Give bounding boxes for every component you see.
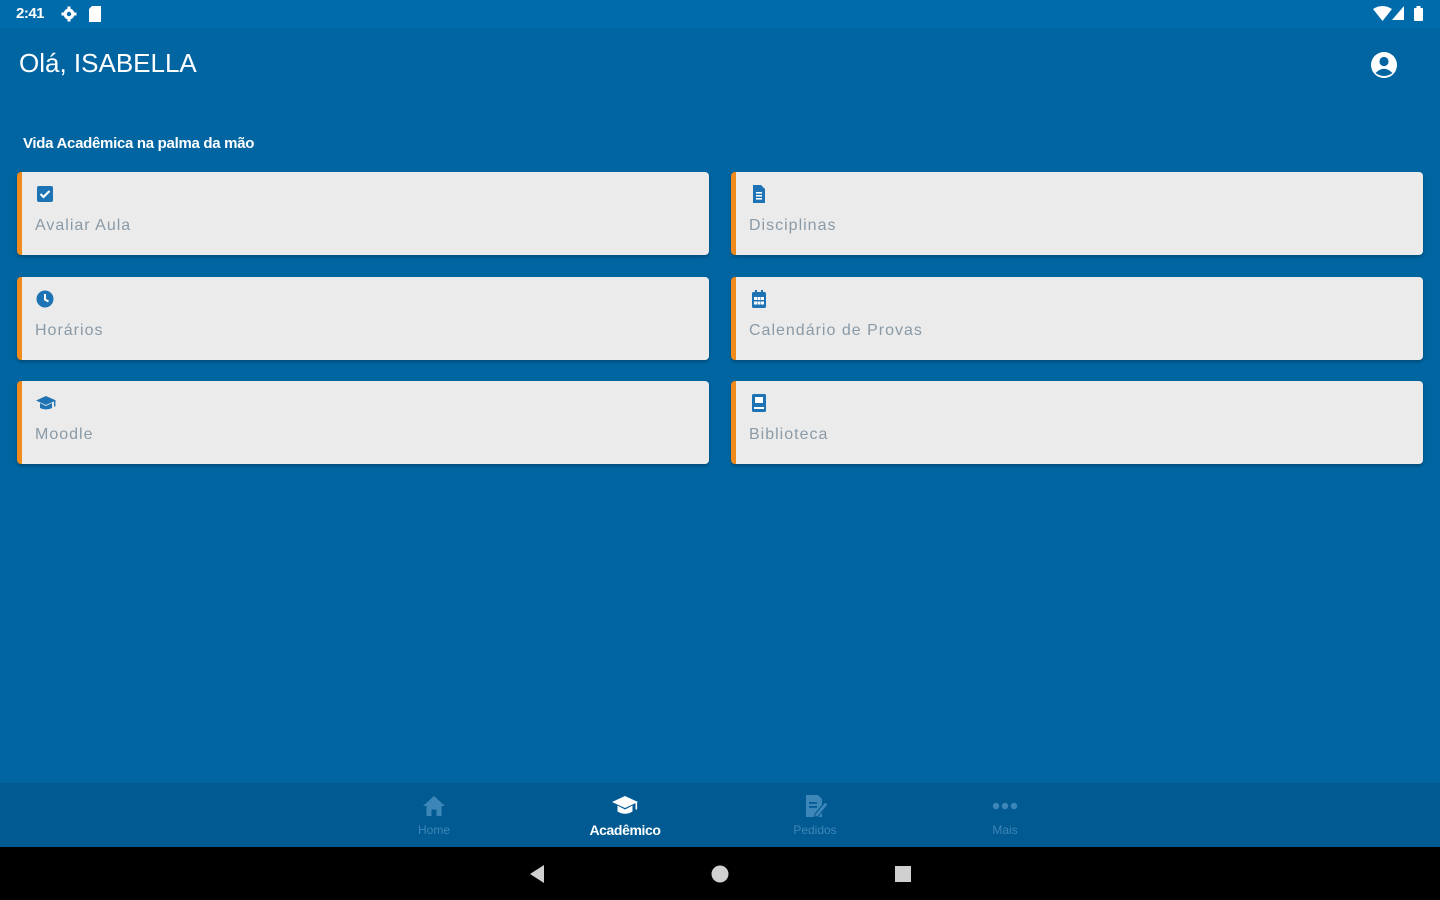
greeting-title: Olá, ISABELLA: [19, 48, 197, 78]
home-icon: [423, 796, 445, 816]
system-navigation-bar: [0, 847, 1440, 900]
nav-label: Home: [417, 823, 450, 837]
card-calendario-de-provas[interactable]: Calendário de Provas: [731, 277, 1423, 360]
clock-icon: [36, 290, 54, 308]
account-circle-icon[interactable]: [1369, 50, 1399, 80]
book-icon: [752, 394, 766, 412]
calendar-icon: [752, 290, 766, 308]
card-disciplinas[interactable]: Disciplinas: [731, 172, 1423, 255]
nav-item-academico[interactable]: Acadêmico: [565, 783, 685, 847]
card-moodle[interactable]: Moodle: [17, 381, 709, 464]
signal-icon: [1392, 6, 1404, 20]
document-icon: [753, 185, 765, 203]
card-horarios[interactable]: Horários: [17, 277, 709, 360]
card-label: Biblioteca: [749, 426, 829, 443]
card-label: Horários: [35, 322, 104, 339]
nav-item-home[interactable]: Home: [374, 783, 494, 847]
app-screen: 2:41 Olá, ISABELLA Vida Acadêmica na pal…: [0, 0, 1440, 900]
card-biblioteca[interactable]: Biblioteca: [731, 381, 1423, 464]
status-time: 2:41: [16, 5, 45, 22]
home-circle-icon[interactable]: [709, 863, 731, 885]
status-bar: 2:41: [0, 0, 1440, 28]
settings-icon: [61, 6, 77, 22]
more-dots-icon: [992, 802, 1018, 810]
back-icon[interactable]: [527, 863, 549, 885]
section-title: Vida Acadêmica na palma da mão: [23, 135, 255, 152]
graduation-cap-icon: [612, 796, 638, 814]
nav-label: Acadêmico: [589, 822, 661, 838]
card-label: Calendário de Provas: [749, 322, 923, 339]
wifi-icon: [1373, 6, 1392, 21]
card-avaliar-aula[interactable]: Avaliar Aula: [17, 172, 709, 255]
nav-item-pedidos[interactable]: Pedidos: [755, 783, 875, 847]
edit-document-icon: [806, 795, 829, 818]
recents-icon[interactable]: [892, 863, 914, 885]
sd-card-icon: [89, 6, 101, 22]
card-label: Disciplinas: [749, 217, 837, 234]
nav-label: Mais: [992, 823, 1018, 837]
bottom-navigation: Home Acadêmico Pedidos Mais: [0, 783, 1440, 847]
graduation-cap-icon: [36, 396, 56, 410]
app-bar: Olá, ISABELLA: [0, 28, 1440, 100]
card-label: Avaliar Aula: [35, 217, 132, 234]
nav-item-mais[interactable]: Mais: [945, 783, 1065, 847]
checkbox-icon: [37, 186, 53, 202]
battery-icon: [1414, 6, 1423, 21]
nav-label: Pedidos: [793, 823, 837, 837]
card-label: Moodle: [35, 426, 94, 443]
